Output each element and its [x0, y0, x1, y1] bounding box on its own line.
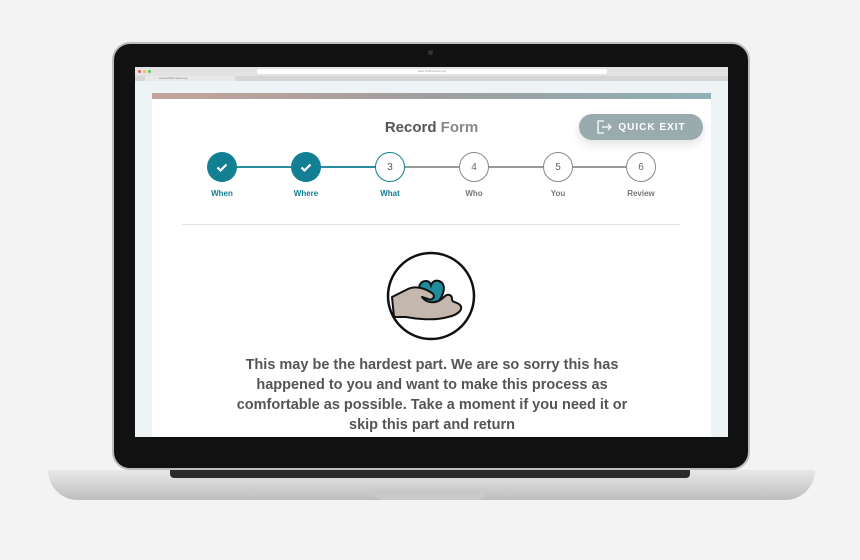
step-where[interactable] [291, 152, 321, 182]
step-label: Who [465, 189, 483, 198]
step-who[interactable]: 4 [459, 152, 489, 182]
quick-exit-button[interactable]: QUICK EXIT [579, 114, 703, 140]
exit-door-icon [597, 120, 613, 134]
step-number: 4 [471, 161, 477, 173]
close-window-button[interactable] [138, 70, 141, 73]
address-bar[interactable]: www.whitherpass.org [257, 69, 607, 74]
step-label: Review [627, 189, 655, 198]
step-number: 5 [555, 161, 561, 173]
step-number: 3 [387, 161, 393, 173]
tab-bar: www.whitherpass.org [135, 76, 728, 81]
step-label: You [550, 189, 566, 198]
title-light: Form [440, 119, 479, 136]
step-label: Where [293, 189, 319, 198]
webcam [428, 50, 433, 55]
step-label: What [380, 189, 400, 198]
step-when[interactable] [207, 152, 237, 182]
divider [182, 224, 680, 225]
step-what[interactable]: 3 [375, 152, 405, 182]
quick-exit-label: QUICK EXIT [618, 121, 686, 133]
lid-notch [374, 490, 486, 500]
minimize-window-button[interactable] [143, 70, 146, 73]
browser-window: www.whitherpass.org www.whitherpass.org … [135, 67, 728, 437]
form-card: Record Form QUICK EXIT This may be the h… [152, 93, 711, 437]
maximize-window-button[interactable] [148, 70, 151, 73]
browser-tab[interactable]: www.whitherpass.org [145, 76, 235, 81]
step-number: 6 [638, 161, 644, 173]
keyboard-edge [170, 470, 690, 478]
intro-message: This may be the hardest part. We are so … [236, 357, 628, 433]
check-icon [300, 163, 312, 173]
title-bold: Record [384, 119, 437, 136]
check-icon [216, 163, 228, 173]
step-review[interactable]: 6 [626, 152, 656, 182]
top-accent-bar [152, 93, 711, 99]
hand-holding-heart-icon [386, 251, 476, 341]
step-you[interactable]: 5 [543, 152, 573, 182]
step-label: When [211, 189, 233, 198]
